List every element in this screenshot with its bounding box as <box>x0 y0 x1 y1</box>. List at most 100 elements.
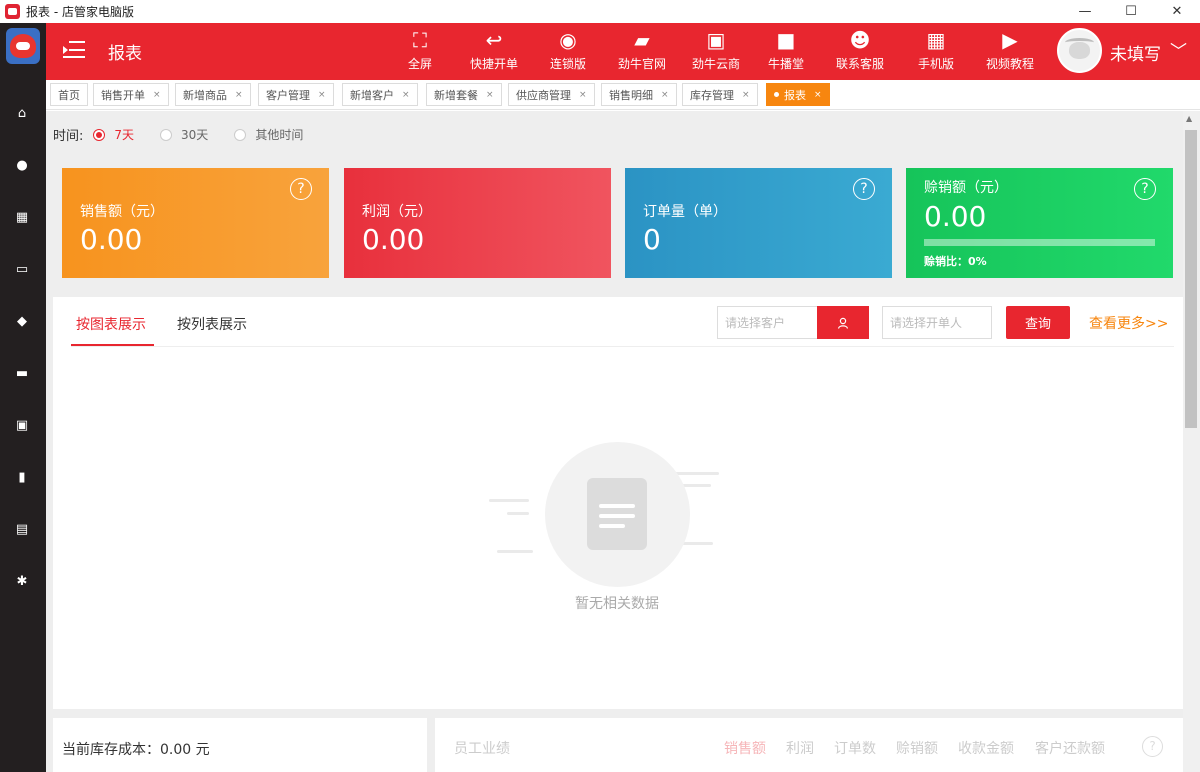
help-icon[interactable]: ? <box>1142 736 1163 757</box>
profit-value: 0.00 <box>362 223 425 256</box>
radio-7-days[interactable] <box>93 128 106 141</box>
close-tab-icon[interactable]: × <box>153 90 161 100</box>
app-logo-icon <box>5 4 20 19</box>
help-icon[interactable]: ? <box>853 178 875 200</box>
close-tab-icon[interactable]: × <box>402 90 410 100</box>
opener-select-input[interactable]: 请选择开单人 <box>882 306 992 339</box>
tab-3[interactable]: 客户管理 × <box>258 83 334 106</box>
query-button[interactable]: 查询 <box>1006 306 1070 339</box>
help-icon[interactable]: ? <box>290 178 312 200</box>
staff-tab-received[interactable]: 收款金额 <box>958 738 1014 758</box>
qr-code-icon: ▦ <box>926 28 946 52</box>
user-name[interactable]: 未填写 <box>1110 40 1161 65</box>
radio-other-time[interactable] <box>234 128 247 141</box>
tab-7[interactable]: 销售明细 × <box>601 83 677 106</box>
close-tab-icon[interactable]: × <box>235 90 243 100</box>
sales-amount-title: 销售额（元） <box>80 204 164 220</box>
user-icon[interactable]: ● <box>14 157 30 173</box>
staff-tab-credit[interactable]: 赊销额 <box>896 738 938 758</box>
toolbar-button-0[interactable]: ⛶ 全屏 <box>385 29 455 75</box>
close-tab-icon[interactable]: × <box>661 90 669 100</box>
decoration-line <box>507 512 529 515</box>
scrollbar-thumb[interactable] <box>1185 130 1197 428</box>
toolbar-button-4[interactable]: ▣ 劲牛云商 <box>681 29 751 75</box>
grid-icon[interactable]: ▦ <box>14 209 30 225</box>
toolbar-button-8[interactable]: ▶ 视频教程 <box>975 29 1045 75</box>
staff-performance-title: 员工业绩 <box>454 741 510 757</box>
tab-chart-view[interactable]: 按图表展示 <box>76 314 146 334</box>
tab-0[interactable]: 首页 <box>50 83 88 106</box>
window-title-bar: 报表 - 店管家电脑版 — ☐ ✕ <box>0 0 1200 23</box>
stock-cost-card: 当前库存成本：0.00 元 <box>53 718 427 772</box>
tab-1[interactable]: 销售开单 × <box>93 83 169 106</box>
toolbar-button-7[interactable]: ▦ 手机版 <box>901 29 971 75</box>
tab-9[interactable]: 报表 × <box>766 83 830 106</box>
credit-sales-card: 赊销额（元） 0.00 ? 赊销比：0% <box>906 168 1173 278</box>
menu-toggle-icon[interactable] <box>63 41 85 59</box>
option-other-time[interactable]: 其他时间 <box>255 126 303 143</box>
box-icon[interactable]: ▭ <box>14 261 30 277</box>
credit-sales-title: 赊销额（元） <box>924 180 1008 196</box>
close-tab-icon[interactable]: × <box>742 90 750 100</box>
maximize-button[interactable]: ☐ <box>1108 0 1154 23</box>
tab-4[interactable]: 新增客户 × <box>342 83 418 106</box>
close-tab-icon[interactable]: × <box>486 90 494 100</box>
toolbar-button-label: 全屏 <box>407 57 432 71</box>
option-30-days[interactable]: 30天 <box>181 126 208 143</box>
staff-tab-profit[interactable]: 利润 <box>786 738 814 758</box>
toolbar-button-label: 劲牛官网 <box>617 57 666 71</box>
profit-title: 利润（元） <box>362 204 432 220</box>
credit-ratio-bar <box>924 239 1155 246</box>
tab-5[interactable]: 新增套餐 × <box>426 83 502 106</box>
tab-label: 新增套餐 <box>434 88 478 102</box>
toolbar-button-2[interactable]: ◉ 连锁版 <box>533 29 603 75</box>
document-icon <box>587 478 647 550</box>
close-window-button[interactable]: ✕ <box>1154 0 1200 23</box>
toolbar-button-5[interactable]: ■ 牛播堂 <box>751 29 821 75</box>
chevron-down-icon[interactable]: ﹀ <box>1170 37 1187 62</box>
toolbar-button-label: 手机版 <box>917 57 954 71</box>
tab-8[interactable]: 库存管理 × <box>682 83 758 106</box>
truck-icon[interactable]: ▬ <box>14 365 30 381</box>
tab-label: 新增客户 <box>350 88 394 102</box>
radio-30-days[interactable] <box>160 128 173 141</box>
tab-label: 客户管理 <box>266 88 310 102</box>
tag-icon[interactable]: ◆ <box>14 313 30 329</box>
brand-logo[interactable] <box>6 28 40 64</box>
briefcase-icon[interactable]: ▤ <box>14 521 30 537</box>
option-7-days[interactable]: 7天 <box>114 126 134 143</box>
staff-tab-sales[interactable]: 销售额 <box>724 738 766 758</box>
help-icon[interactable]: ? <box>1134 178 1156 200</box>
view-more-link[interactable]: 查看更多>> <box>1089 313 1168 333</box>
close-tab-icon[interactable]: × <box>318 90 326 100</box>
credit-ratio-label: 赊销比：0% <box>924 255 987 268</box>
tab-6[interactable]: 供应商管理 × <box>508 83 595 106</box>
avatar[interactable] <box>1057 28 1102 73</box>
staff-tab-repayment[interactable]: 客户还款额 <box>1035 738 1105 758</box>
website-icon: ▰ <box>634 28 650 52</box>
tab-2[interactable]: 新增商品 × <box>175 83 251 106</box>
home-icon[interactable]: ⌂ <box>14 105 30 121</box>
minimize-button[interactable]: — <box>1062 0 1108 23</box>
active-dot <box>774 92 779 97</box>
store-icon[interactable]: ▣ <box>14 417 30 433</box>
toolbar-button-label: 联系客服 <box>835 57 884 71</box>
close-tab-icon[interactable]: × <box>814 90 822 100</box>
customer-select-input[interactable]: 请选择客户 <box>717 306 818 339</box>
sidebar: ⌂ ● ▦ ▭ ◆ ▬ ▣ ▮ ▤ ✱ <box>0 23 46 772</box>
staff-tab-orders[interactable]: 订单数 <box>834 738 876 758</box>
close-tab-icon[interactable]: × <box>579 90 587 100</box>
settings-icon[interactable]: ✱ <box>14 573 30 589</box>
scroll-up-arrow-icon[interactable]: ▲ <box>1186 114 1192 123</box>
empty-text: 暂无相关数据 <box>575 596 659 612</box>
window-controls: — ☐ ✕ <box>1062 0 1200 23</box>
toolbar-button-3[interactable]: ▰ 劲牛官网 <box>607 29 677 75</box>
toolbar-button-6[interactable]: ☻ 联系客服 <box>825 29 895 75</box>
play-icon: ▶ <box>1002 28 1018 52</box>
toolbar-button-1[interactable]: ↩ 快捷开单 <box>459 29 529 75</box>
customer-service-icon: ☻ <box>849 28 871 52</box>
tab-list-view[interactable]: 按列表展示 <box>177 314 247 334</box>
order-count-value: 0 <box>643 223 661 256</box>
select-customer-button[interactable] <box>817 306 869 339</box>
chart-icon[interactable]: ▮ <box>14 469 30 485</box>
